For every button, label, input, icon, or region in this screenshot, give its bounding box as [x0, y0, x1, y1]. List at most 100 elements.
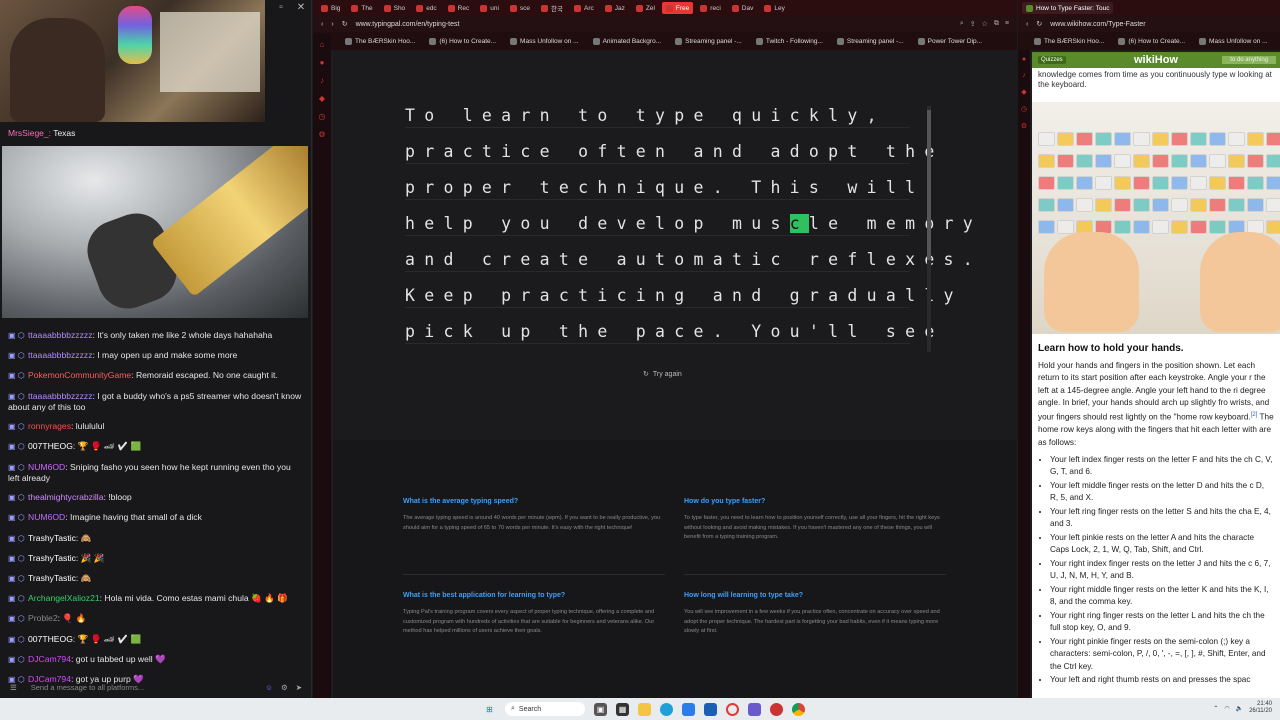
bookmark-item[interactable]: Streaming panel -... [836, 37, 904, 45]
text-scrollbar-thumb[interactable] [927, 110, 931, 260]
chat-username[interactable]: ttaaaabbbbzzzzz [28, 391, 93, 401]
mail-icon[interactable] [704, 702, 717, 716]
browser-tab[interactable]: edc [412, 2, 440, 14]
bookmark-item[interactable]: Twitch - Following... [755, 37, 823, 45]
chat-settings-icon[interactable]: ☰ [10, 683, 17, 692]
sidebar-music-icon[interactable]: ♪ [1022, 72, 1026, 79]
chat-username[interactable]: NUM6OD [28, 462, 65, 472]
sidebar-pin-icon[interactable]: ◆ [1021, 88, 1026, 96]
chat-username[interactable]: NUM6OD [28, 512, 65, 522]
chat-username[interactable]: 007THEOG [28, 441, 73, 451]
chrome-icon[interactable] [792, 702, 805, 716]
sidebar-home-icon[interactable]: ⌂ [320, 40, 325, 49]
faq-question[interactable]: How do you type faster? [684, 498, 946, 505]
chat-username[interactable]: ArchangelXalioz21 [28, 593, 100, 603]
forward-icon[interactable]: › [331, 21, 333, 28]
chat-username[interactable]: thealmightycrabzilla [28, 492, 103, 502]
app-icon[interactable] [770, 702, 783, 716]
url-field[interactable]: www.typingpal.com/en/typing-test [356, 21, 952, 28]
typing-text-box[interactable]: To learn to type quickly, practice often… [405, 106, 973, 356]
file-explorer-icon[interactable] [638, 702, 651, 716]
windows-start-icon[interactable]: ⊞ [483, 703, 496, 716]
bookmark-item[interactable]: Power Tower Dip... [917, 37, 982, 45]
close-icon[interactable]: ✕ [295, 2, 307, 13]
task-view-icon[interactable]: ▣ [594, 702, 607, 716]
browser-tab[interactable]: 한국 [537, 2, 567, 14]
store-icon[interactable] [682, 702, 695, 716]
clock[interactable]: 21:40 26/11/20 [1249, 701, 1272, 715]
sidebar-settings-icon[interactable]: ⚙ [318, 130, 325, 139]
back-icon[interactable]: ‹ [1026, 21, 1028, 28]
share-icon[interactable]: ⇪ [970, 20, 976, 28]
chat-username[interactable]: 007THEOG [28, 634, 73, 644]
gear-icon[interactable]: ⚙ [281, 683, 288, 692]
wifi-icon[interactable]: ◠ [1224, 705, 1229, 712]
faq-question[interactable]: What is the average typing speed? [403, 498, 665, 505]
widgets-icon[interactable]: ▦ [616, 702, 629, 716]
bookmark-icon[interactable]: ☆ [982, 20, 988, 28]
reload-icon[interactable]: ↻ [342, 20, 348, 28]
chat-username[interactable]: PokemonCommunityGame [28, 370, 131, 380]
browser-tab[interactable]: Ley [760, 2, 788, 14]
reload-icon[interactable]: ↻ [1036, 20, 1042, 28]
bookmark-item[interactable]: (6) How to Create... [429, 37, 496, 45]
chat-username[interactable]: DJCam794 [28, 654, 71, 664]
bookmark-item[interactable]: (6) How to Create... [1118, 37, 1185, 45]
bookmark-item[interactable]: The BÆRSkin Hoo... [1034, 37, 1104, 45]
chat-username[interactable]: Proble2 [28, 613, 58, 623]
pin-icon[interactable]: ▫ [275, 2, 287, 13]
send-icon[interactable]: ➤ [296, 683, 302, 692]
browser-tab[interactable]: Big [317, 2, 344, 14]
bookmark-item[interactable]: Animated Backgro... [592, 37, 661, 45]
wikihow-logo[interactable]: wikiHow [1134, 54, 1178, 66]
app-icon[interactable] [748, 702, 761, 716]
browser-tab[interactable]: The [347, 2, 376, 14]
browser-tab[interactable]: uni [476, 2, 503, 14]
sidebar-pin-icon[interactable]: ◆ [319, 94, 325, 103]
sidebar-chat-icon[interactable]: ● [1022, 56, 1026, 63]
quizzes-badge[interactable]: Quizzes [1038, 56, 1066, 64]
back-icon[interactable]: ‹ [321, 21, 323, 28]
tray-chevron-icon[interactable]: ⌃ [1213, 705, 1218, 712]
browser-tab[interactable]: reci [696, 2, 724, 14]
browser-tab[interactable]: Rec [444, 2, 474, 14]
tab-wikihow[interactable]: How to Type Faster: Touc [1022, 2, 1114, 14]
bookmark-item[interactable]: Mass Unfollow on ... [1199, 37, 1268, 45]
opera-icon[interactable] [726, 702, 739, 716]
taskbar-search[interactable]: ⌕ Search [505, 702, 585, 716]
try-again-button[interactable]: ↻ Try again [643, 370, 682, 379]
edge-icon[interactable] [660, 702, 673, 716]
chat-input[interactable]: Send a message to all platforms... [25, 683, 258, 692]
chat-username[interactable]: TrashyTastic [28, 533, 76, 543]
url-field[interactable]: www.wikihow.com/Type-Faster [1050, 21, 1280, 28]
sidebar-settings-icon[interactable]: ⚙ [1021, 122, 1027, 130]
sidebar-clock-icon[interactable]: ◷ [1021, 105, 1027, 113]
browser-tab[interactable]: Zel [632, 2, 659, 14]
browser-tab[interactable]: Jaz [601, 2, 629, 14]
chat-username[interactable]: ttaaaabbbbzzzzz [28, 350, 93, 360]
bookmark-item[interactable]: Streaming panel -... [675, 37, 742, 45]
chat-username[interactable]: TrashyTastic [28, 573, 76, 583]
faq-question[interactable]: What is the best application for learnin… [403, 592, 665, 599]
extensions-icon[interactable]: ⧉ [994, 20, 999, 28]
bookmark-item[interactable]: Mass Unfollow on ... [510, 37, 579, 45]
chat-username[interactable]: ttaaaabbbbzzzzz [28, 330, 93, 340]
bookmark-item[interactable]: The BÆRSkin Hoo... [345, 37, 415, 45]
wikihow-search[interactable]: to do anything [1222, 56, 1276, 64]
menu-icon[interactable]: ≡ [1005, 20, 1009, 28]
sidebar-clock-icon[interactable]: ◷ [319, 112, 326, 121]
search-icon[interactable]: ⌕ [960, 20, 964, 28]
sidebar-chat-icon[interactable]: ● [320, 58, 325, 67]
browser-tab[interactable]: Free [661, 2, 694, 14]
browser-tab[interactable]: sce [506, 2, 534, 14]
sidebar-music-icon[interactable]: ♪ [320, 76, 324, 85]
chat-username[interactable]: TrashyTastic [28, 553, 76, 563]
browser-tab[interactable]: Dav [728, 2, 758, 14]
emote-icon[interactable]: ☺ [265, 683, 273, 692]
chat-message: ▣ ⬡ NUM6OD: Imagine having that small of … [8, 512, 304, 523]
browser-tab[interactable]: Sho [380, 2, 410, 14]
volume-icon[interactable]: 🔈 [1236, 705, 1243, 712]
chat-username[interactable]: ronnyrages [28, 421, 71, 431]
faq-question[interactable]: How long will learning to type take? [684, 592, 946, 599]
browser-tab[interactable]: Arc [570, 2, 598, 14]
